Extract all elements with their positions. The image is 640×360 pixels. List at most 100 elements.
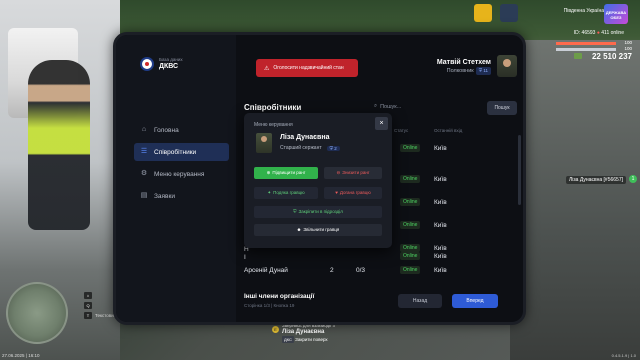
modal-title: Меню керування <box>254 122 293 128</box>
close-button[interactable]: × <box>375 117 388 130</box>
status-badge: Online <box>400 175 421 183</box>
table-row[interactable]: Арсеній Дунай 2 0/3 Online Київ <box>244 263 509 281</box>
notice-name: Ліза Дунаєвна <box>282 329 325 335</box>
health-bar-fill <box>556 42 616 45</box>
arrow-down-icon: ⊖ <box>336 170 341 175</box>
assign-unit-label: Закріпити в підрозділ <box>298 209 343 214</box>
employee-rank-row: Старший сержант ⛨ 2 <box>280 145 340 151</box>
sidebar-item-label: Заявки <box>154 192 175 200</box>
status-badge: Online <box>400 266 421 274</box>
employee-rank-badge: ⛨ 2 <box>326 145 340 151</box>
rank-badge: ⛨ 11 <box>475 66 491 75</box>
user-rank-row: Полковник ⛨ 11 <box>437 66 491 75</box>
hint-key-2: Q <box>84 302 92 309</box>
arrow-up-icon: ⊕ <box>266 170 271 175</box>
emergency-button[interactable]: ⚠ Оголосити надзвичайний стан <box>256 59 358 77</box>
sidebar-item-label: Головна <box>154 126 179 134</box>
hud-online: 411 online <box>601 30 624 36</box>
shield-icon: ⛨ <box>293 209 297 214</box>
hud-id-online: ID: 46593 ● 411 online <box>574 30 624 36</box>
row-city: Київ <box>434 222 447 229</box>
search-input[interactable]: Пошук... <box>380 104 401 110</box>
lower-rank-button[interactable]: ⊖ Знизити ранг <box>324 167 382 179</box>
row-rank: 2 <box>330 267 334 274</box>
document-icon: ▤ <box>140 192 148 199</box>
row-city: Київ <box>434 176 447 183</box>
logo-title: ДКВС <box>159 63 179 70</box>
scrollbar[interactable] <box>518 135 521 205</box>
page-title: Співробітники <box>244 103 302 112</box>
row-city: Київ <box>434 199 447 206</box>
status-badge: Online <box>400 198 421 206</box>
thank-label: Подяка гравцю <box>273 190 305 195</box>
rank-badge-value: 11 <box>483 67 488 73</box>
nametag-badge: 1 <box>629 175 637 183</box>
sidebar-item-label: Співробітники <box>154 148 197 156</box>
employee-name: Ліза Дунаєвна <box>280 134 330 141</box>
sidebar-item-employees[interactable]: ☰ Співробітники <box>134 143 229 161</box>
online-icon: ● <box>596 30 600 36</box>
warning-icon: ⚠ <box>264 65 270 72</box>
money-amount: 22 510 237 <box>591 52 632 61</box>
hint-key-1: ⌂ <box>84 292 92 299</box>
column-status: Статус <box>394 128 409 133</box>
thank-button[interactable]: ✦ Подяка гравцю <box>254 187 318 199</box>
sidebar-item-management[interactable]: ⚙ Меню керування <box>134 165 229 183</box>
others-title: Інші члени організації <box>244 293 315 300</box>
row-city: Київ <box>434 145 447 152</box>
raise-rank-label: Підвищити ранг <box>272 170 306 175</box>
employee-rank-badge-value: 2 <box>334 145 337 151</box>
gear-icon: ⚙ <box>140 170 148 177</box>
hint-key-3: T <box>84 312 92 319</box>
assign-unit-button[interactable]: ⛨ Закріпити в підрозділ <box>254 206 382 218</box>
health-bar <box>556 42 616 45</box>
fire-label: Звільнити гравця <box>303 227 340 232</box>
version: 0.4.5.1.9 | 1.0 <box>611 353 636 358</box>
employee-avatar <box>256 133 272 153</box>
next-button[interactable]: Вперед <box>452 294 498 308</box>
sidebar-item-home[interactable]: ⌂ Головна <box>134 121 229 139</box>
interaction-notice: E Звернись для взаємодії з Ліза Дунаєвна… <box>272 322 402 343</box>
notice-action[interactable]: Закрити поверх <box>295 337 328 342</box>
logo: База даних ДКВС <box>140 57 183 71</box>
row-city: Київ <box>434 267 447 274</box>
player-nametag: Ліза Дунаєвна [#56657] <box>566 176 626 184</box>
server-logo: ДЕРЖАВА ОБЕЗ <box>604 4 628 24</box>
search-button[interactable]: Пошук <box>487 101 517 115</box>
sidebar-item-applications[interactable]: ▤ Заявки <box>134 187 229 205</box>
thumbs-down-icon: ♥ <box>335 190 338 195</box>
emergency-button-label: Оголосити надзвичайний стан <box>273 65 344 71</box>
raise-rank-button[interactable]: ⊕ Підвищити ранг <box>254 167 318 179</box>
notice-action-row: ДКС Закрити поверх <box>282 336 402 343</box>
thumbs-up-icon: ✦ <box>267 190 272 195</box>
health-value: 100 <box>624 40 632 45</box>
armor-bar-fill <box>556 48 616 51</box>
status-badge: Online <box>400 221 421 229</box>
hint-row-2: Q <box>84 302 95 309</box>
hud-gold-badge-icon <box>474 4 492 22</box>
user-name: Матвій Стетхем <box>436 58 491 66</box>
armor-value: 100 <box>624 46 632 51</box>
fire-button[interactable]: ☻ Звільнити гравця <box>254 224 382 236</box>
reprimand-label: Догана гравцю <box>339 190 371 195</box>
current-user: Матвій Стетхем Полковник ⛨ 11 <box>437 55 517 77</box>
hud-blue-badge-icon <box>500 4 518 22</box>
hint-row-1: ⌂ <box>84 292 95 299</box>
armor-bar <box>556 48 616 51</box>
sidebar: База даних ДКВС ⌂ Головна ☰ Співробітник… <box>116 35 236 322</box>
row-warnings: 0/3 <box>356 267 366 274</box>
row-name: Арсеній Дунай <box>244 267 288 274</box>
column-last-login: Останній вхід <box>434 128 463 133</box>
hud-server-name: Південна Україна <box>563 8 604 14</box>
scene-wall <box>510 40 640 360</box>
employee-rank: Старший сержант <box>280 145 322 151</box>
users-icon: ☰ <box>140 148 148 155</box>
sidebar-item-label: Меню керування <box>154 170 205 178</box>
police-officer-character <box>28 60 90 230</box>
reprimand-button[interactable]: ♥ Догана гравцю <box>324 187 382 199</box>
back-button[interactable]: Назад <box>398 294 442 308</box>
notice-tag: ДКС <box>282 336 294 343</box>
emblem-icon <box>140 57 154 71</box>
minimap <box>6 282 68 344</box>
search-field[interactable]: ⌕ Пошук... <box>374 103 401 110</box>
